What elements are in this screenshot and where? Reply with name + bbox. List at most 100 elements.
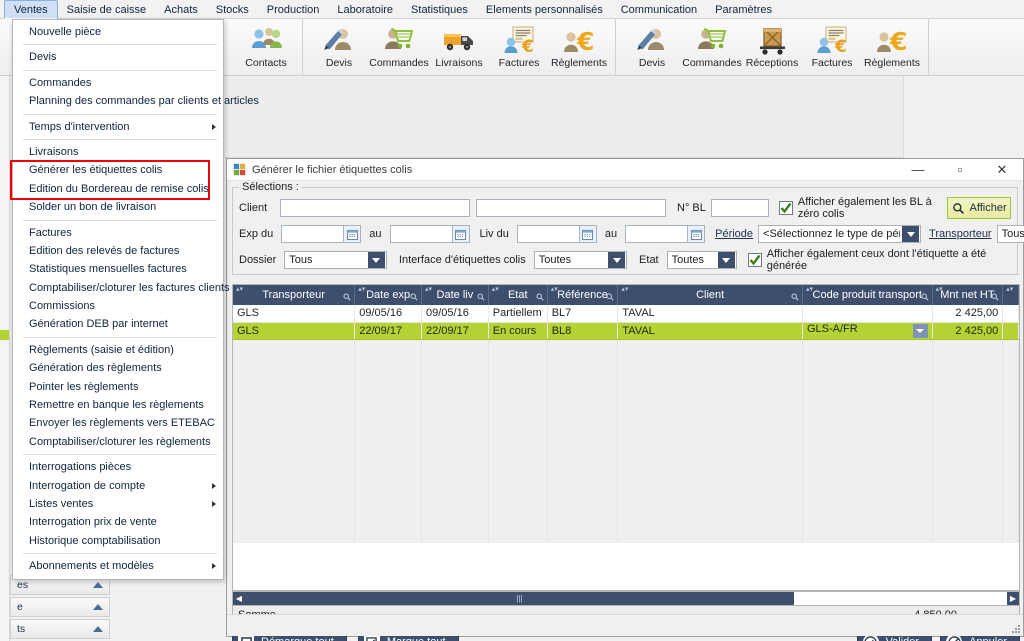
transporteur-combo[interactable]: Tous [996, 225, 1024, 243]
nbl-input[interactable] [710, 199, 769, 217]
menu-option-commandes[interactable]: Commandes [13, 74, 223, 92]
zero-colis-checkbox[interactable] [778, 201, 793, 215]
menu-option-abonnements-et-mod-les[interactable]: Abonnements et modèles [13, 557, 223, 575]
interface-combo[interactable]: Toutes [533, 251, 628, 269]
toolbar-button-r-glements[interactable]: € Règlements [549, 21, 609, 69]
calendar-icon[interactable] [451, 225, 470, 243]
menu-option-commissions[interactable]: Commissions [13, 297, 223, 315]
filter-search-icon[interactable] [477, 292, 485, 304]
periode-combo[interactable]: <Sélectionnez le type de période> [758, 225, 922, 243]
sort-indicator-icon[interactable]: ▴▾ [551, 286, 558, 293]
menu-option-envoyer-les-r-glements-vers-etebac[interactable]: Envoyer les règlements vers ETEBAC [13, 414, 223, 432]
menu-option-solder-un-bon-de-livraison[interactable]: Solder un bon de livraison [13, 198, 223, 216]
menu-option-interrogations-pi-ces[interactable]: Interrogations pièces [13, 458, 223, 476]
toolbar-button-factures[interactable]: € Factures [802, 21, 862, 69]
sort-indicator-icon[interactable]: ▴▾ [425, 286, 432, 293]
grid-column-header[interactable]: ▴▾ Etat [488, 285, 548, 305]
grid-column-header[interactable]: ▴▾ Transporteur [233, 285, 356, 305]
cell-dropdown-icon[interactable] [912, 324, 928, 338]
menu-option-edition-du-bordereau-de-remise-colis[interactable]: Edition du Bordereau de remise colis [13, 180, 223, 198]
client-code-input[interactable] [280, 199, 471, 217]
toolbar-button-commandes[interactable]: Commandes [369, 21, 429, 69]
grid-column-header[interactable]: ▴▾ [1002, 285, 1019, 305]
menu-option-comptabiliser-cloturer-les-factures-clie[interactable]: Comptabiliser/cloturer les factures clie… [13, 279, 230, 297]
grid-column-header[interactable]: ▴▾ Référence [547, 285, 619, 305]
menu-item-laboratoire[interactable]: Laboratoire [328, 0, 402, 19]
scroll-thumb[interactable]: ||| [245, 592, 794, 605]
filter-search-icon[interactable] [410, 292, 418, 304]
sort-indicator-icon[interactable]: ▴▾ [806, 286, 813, 293]
toolbar-button-contacts[interactable]: Contacts [236, 21, 296, 69]
menu-item-ventes[interactable]: Ventes [4, 0, 58, 19]
liv-au-input[interactable] [625, 225, 688, 243]
menu-item-elements-personnalis-s[interactable]: Elements personnalisés [477, 0, 612, 19]
grid-column-header[interactable]: ▴▾ Mnt net HT [932, 285, 1004, 305]
grid-row[interactable]: GLS 22/09/17 22/09/17 En cours BL8 TAVAL GLS-A… [233, 322, 1019, 340]
sort-indicator-icon[interactable]: ▴▾ [358, 286, 365, 293]
exp-du-input[interactable] [281, 225, 344, 243]
etat-combo[interactable]: Toutes [666, 251, 737, 269]
scroll-left-icon[interactable]: ◀ [233, 592, 245, 605]
toolbar-button-r-ceptions[interactable]: Réceptions [742, 21, 802, 69]
toolbar-button-livraisons[interactable]: Livraisons [429, 21, 489, 69]
client-name-input[interactable] [476, 199, 666, 217]
menu-option-pointer-les-r-glements[interactable]: Pointer les règlements [13, 378, 223, 396]
menu-option-g-n-ration-des-r-glements[interactable]: Génération des règlements [13, 359, 223, 377]
menu-option-r-glements-saisie-et-dition[interactable]: Règlements (saisie et édition) [13, 341, 223, 359]
scroll-right-icon[interactable]: ▶ [1007, 592, 1019, 605]
grid-column-header[interactable]: ▴▾ Code produit transport [802, 285, 933, 305]
calendar-icon[interactable] [578, 225, 597, 243]
filter-search-icon[interactable] [606, 292, 614, 304]
maximize-button[interactable]: ▫ [939, 159, 981, 181]
filter-search-icon[interactable] [991, 292, 999, 304]
menu-option-comptabiliser-cloturer-les-r-glements[interactable]: Comptabiliser/cloturer les règlements [13, 433, 223, 451]
accordion-strip[interactable]: ts [10, 619, 110, 639]
chevron-down-icon[interactable] [608, 252, 626, 268]
grid-column-header[interactable]: ▴▾ Client [617, 285, 803, 305]
afficher-button[interactable]: Afficher [947, 197, 1012, 219]
filter-search-icon[interactable] [791, 292, 799, 304]
transporteur-label[interactable]: Transporteur [929, 228, 992, 240]
close-button[interactable]: ✕ [981, 159, 1023, 181]
menu-item-communication[interactable]: Communication [612, 0, 706, 19]
menu-option-interrogation-de-compte[interactable]: Interrogation de compte [13, 477, 223, 495]
dossier-combo[interactable]: Tous [284, 251, 387, 269]
menu-option-devis[interactable]: Devis [13, 48, 223, 66]
chevron-down-icon[interactable] [717, 252, 735, 268]
menu-item-achats[interactable]: Achats [155, 0, 207, 19]
menu-option-remettre-en-banque-les-r-glements[interactable]: Remettre en banque les règlements [13, 396, 223, 414]
filter-search-icon[interactable] [343, 292, 351, 304]
menu-item-production[interactable]: Production [258, 0, 329, 19]
scroll-track[interactable]: ||| [245, 592, 1007, 605]
exp-au-input[interactable] [389, 225, 452, 243]
menu-option-listes-ventes[interactable]: Listes ventes [13, 495, 223, 513]
menu-option-historique-comptabilisation[interactable]: Historique comptabilisation [13, 532, 223, 550]
menu-option-factures[interactable]: Factures [13, 224, 223, 242]
menu-item-param-tres[interactable]: Paramètres [706, 0, 781, 19]
menu-option-livraisons[interactable]: Livraisons [13, 143, 223, 161]
results-grid[interactable]: ▴▾ Transporteur ▴▾ Date exp ▴▾ Date liv ▴▾ Etat… [232, 284, 1020, 591]
periode-label[interactable]: Période [715, 228, 753, 240]
toolbar-button-commandes[interactable]: Commandes [682, 21, 742, 69]
menu-option-interrogation-prix-de-vente[interactable]: Interrogation prix de vente [13, 513, 223, 531]
ventes-dropdown-menu[interactable]: Nouvelle pièce Devis Commandes Planning des… [12, 19, 259, 580]
menu-item-saisie-de-caisse[interactable]: Saisie de caisse [58, 0, 156, 19]
grid-row[interactable]: GLS 09/05/16 09/05/16 Partiellem BL7 TAVAL 2 4… [233, 305, 1019, 323]
toolbar-button-r-glements[interactable]: € Règlements [862, 21, 922, 69]
menu-option-nouvelle-pi-ce[interactable]: Nouvelle pièce [13, 23, 223, 41]
toolbar-button-devis[interactable]: Devis [622, 21, 682, 69]
calendar-icon[interactable] [343, 225, 362, 243]
filter-search-icon[interactable] [536, 292, 544, 304]
sort-indicator-icon[interactable]: ▴▾ [1006, 286, 1013, 293]
toolbar-button-factures[interactable]: € Factures [489, 21, 549, 69]
grid-column-header[interactable]: ▴▾ Date liv [421, 285, 489, 305]
menu-option-statistiques-mensuelles-factures[interactable]: Statistiques mensuelles factures [13, 260, 223, 278]
sort-indicator-icon[interactable]: ▴▾ [236, 286, 243, 293]
resize-grip-icon[interactable] [1011, 624, 1021, 634]
sort-indicator-icon[interactable]: ▴▾ [621, 286, 628, 293]
filter-search-icon[interactable] [921, 292, 929, 304]
menu-option-temps-d-intervention[interactable]: Temps d'intervention [13, 118, 223, 136]
sort-indicator-icon[interactable]: ▴▾ [492, 286, 499, 293]
menu-option-planning-des-commandes-par-clients-et-ar[interactable]: Planning des commandes par clients et ar… [13, 92, 259, 110]
menu-item-stocks[interactable]: Stocks [207, 0, 258, 19]
